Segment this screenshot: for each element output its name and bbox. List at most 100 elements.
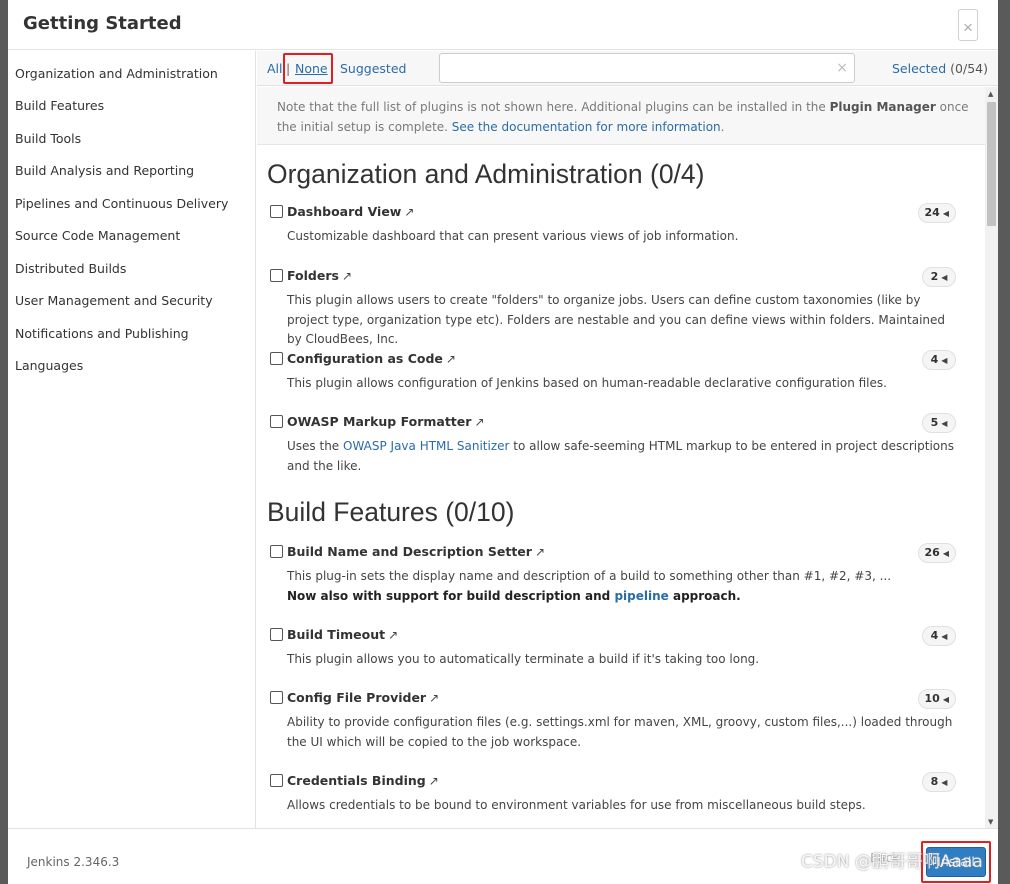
plugin-description: This plugin allows you to automatically … bbox=[287, 652, 760, 666]
plugin-checkbox[interactable] bbox=[270, 352, 283, 365]
select-suggested-link[interactable]: Suggested bbox=[340, 61, 406, 76]
plugin-name-link[interactable]: Dashboard View ↗ bbox=[287, 201, 968, 227]
dependency-count: 4 bbox=[930, 353, 939, 366]
caret-left-icon: ◀ bbox=[941, 419, 948, 428]
category-title-build-features: Build Features (0/10) bbox=[267, 497, 515, 527]
external-link-icon: ↗ bbox=[534, 545, 546, 559]
note-period: . bbox=[720, 120, 725, 134]
scroll-up-icon[interactable]: ▲ bbox=[988, 90, 993, 98]
sidebar-item-distributed-builds[interactable]: Distributed Builds bbox=[8, 252, 255, 285]
plugin-name-link[interactable]: Build Name and Description Setter ↗ bbox=[287, 541, 968, 567]
plugin-name: Folders bbox=[287, 268, 339, 283]
getting-started-dialog: Getting Started × Organization and Admin… bbox=[8, 0, 998, 884]
plugin-list-scrollbar[interactable]: ▲ ▼ bbox=[985, 87, 998, 828]
jenkins-version: Jenkins 2.346.3 bbox=[27, 855, 120, 869]
plugin-description: Customizable dashboard that can present … bbox=[287, 229, 739, 243]
owasp-sanitizer-link[interactable]: OWASP Java HTML Sanitizer bbox=[343, 439, 509, 453]
caret-left-icon: ◀ bbox=[941, 632, 948, 641]
sidebar-item-source-code-management[interactable]: Source Code Management bbox=[8, 220, 255, 253]
dependency-count: 26 bbox=[924, 546, 940, 559]
dependency-badge[interactable]: 10 ◀ bbox=[917, 689, 956, 709]
plugin-name-link[interactable]: Configuration as Code ↗ bbox=[287, 348, 968, 374]
external-link-icon: ↗ bbox=[404, 205, 415, 219]
select-none-link[interactable]: None bbox=[295, 61, 328, 76]
sidebar-item-pipelines-and-continuous-delivery[interactable]: Pipelines and Continuous Delivery bbox=[8, 187, 255, 220]
plugin-description: This plugin allows configuration of Jenk… bbox=[287, 376, 887, 390]
dialog-title: Getting Started bbox=[23, 13, 182, 34]
dependency-badge[interactable]: 24 ◀ bbox=[917, 203, 956, 223]
dependency-count: 5 bbox=[930, 416, 939, 429]
dependency-badge[interactable]: 5 ◀ bbox=[922, 413, 956, 433]
plugin-toolbar: All | None Suggested × Selected (0/54) bbox=[257, 51, 998, 86]
desc-bold-line: Now also with support for build descript… bbox=[287, 589, 741, 603]
plugin-checkbox[interactable] bbox=[270, 269, 283, 282]
note-text-before: Note that the full list of plugins is no… bbox=[277, 100, 830, 114]
caret-left-icon: ◀ bbox=[942, 209, 949, 218]
sidebar-item-user-management-and-security[interactable]: User Management and Security bbox=[8, 285, 255, 318]
dependency-badge[interactable]: 2 ◀ bbox=[922, 267, 956, 287]
plugin-name: OWASP Markup Formatter bbox=[287, 414, 472, 429]
scroll-down-icon[interactable]: ▼ bbox=[988, 818, 993, 826]
sidebar-item-build-analysis-and-reporting[interactable]: Build Analysis and Reporting bbox=[8, 155, 255, 188]
category-title-organization: Organization and Administration (0/4) bbox=[267, 159, 705, 189]
plugin-checkbox[interactable] bbox=[270, 415, 283, 428]
dependency-badge[interactable]: 4 ◀ bbox=[922, 626, 956, 646]
plugin-checkbox[interactable] bbox=[270, 205, 283, 218]
desc-line: This plug-in sets the display name and d… bbox=[287, 569, 892, 583]
plugin-name: Configuration as Code bbox=[287, 351, 443, 366]
sidebar-item-organization-and-administration[interactable]: Organization and Administration bbox=[8, 57, 255, 90]
external-link-icon: ↗ bbox=[388, 628, 399, 642]
plugin-description: This plugin allows users to create "fold… bbox=[287, 293, 946, 346]
plugin-name: Build Timeout bbox=[287, 627, 386, 642]
dependency-badge[interactable]: 8 ◀ bbox=[922, 772, 956, 792]
sidebar-item-build-tools[interactable]: Build Tools bbox=[8, 122, 255, 155]
plugin-name-link[interactable]: OWASP Markup Formatter ↗ bbox=[287, 411, 968, 437]
plugin-description: Ability to provide configuration files (… bbox=[287, 715, 953, 749]
plugin-checkbox[interactable] bbox=[270, 691, 283, 704]
pipeline-link[interactable]: pipeline bbox=[614, 589, 668, 603]
dependency-badge[interactable]: 26 ◀ bbox=[917, 543, 956, 563]
plugin-list-pane[interactable]: Note that the full list of plugins is no… bbox=[257, 87, 998, 828]
scroll-thumb[interactable] bbox=[987, 102, 996, 226]
external-link-icon: ↗ bbox=[429, 691, 440, 705]
desc-bold-before: Now also with support for build descript… bbox=[287, 588, 615, 603]
selected-plugins-link[interactable]: Selected (0/54) bbox=[892, 61, 988, 76]
plugin-name-link[interactable]: Folders ↗ bbox=[287, 265, 968, 291]
plugin-description: This plug-in sets the display name and d… bbox=[287, 567, 968, 606]
clear-search-icon[interactable]: × bbox=[836, 60, 848, 76]
select-all-link[interactable]: All bbox=[267, 61, 283, 76]
plugin-item: Configuration as Code ↗ 4 ◀ This plugin al… bbox=[257, 348, 998, 393]
selected-count: (0/54) bbox=[950, 61, 988, 76]
plugin-item: Folders ↗ 2 ◀ This plugin allows users to … bbox=[257, 265, 998, 346]
sidebar-item-languages[interactable]: Languages bbox=[8, 350, 255, 383]
sidebar-list: Organization and Administration Build Fe… bbox=[8, 51, 255, 382]
dependency-badge[interactable]: 4 ◀ bbox=[922, 350, 956, 370]
plugin-checkbox[interactable] bbox=[270, 628, 283, 641]
dialog-footer: Jenkins 2.346.3 Back Install CSDN @鹏哥哥啊A… bbox=[8, 828, 998, 884]
external-link-icon: ↗ bbox=[341, 269, 352, 283]
sidebar-item-build-features[interactable]: Build Features bbox=[8, 90, 255, 123]
caret-left-icon: ◀ bbox=[942, 549, 949, 558]
plugin-name-link[interactable]: Credentials Binding ↗ bbox=[287, 770, 968, 796]
plugin-checkbox[interactable] bbox=[270, 545, 283, 558]
plugin-name-link[interactable]: Config File Provider ↗ bbox=[287, 687, 968, 713]
plugin-item: Config File Provider ↗ 10 ◀ Ability to pro… bbox=[257, 687, 998, 751]
dependency-count: 4 bbox=[930, 629, 939, 642]
dependency-count: 24 bbox=[924, 206, 940, 219]
documentation-link[interactable]: See the documentation for more informati… bbox=[452, 120, 721, 134]
plugin-name: Dashboard View bbox=[287, 204, 402, 219]
plugin-checkbox[interactable] bbox=[270, 774, 283, 787]
close-icon[interactable]: × bbox=[958, 9, 978, 41]
plugin-search-input[interactable] bbox=[439, 53, 855, 83]
desc-bold-after: approach. bbox=[668, 588, 741, 603]
plugin-name-link[interactable]: Build Timeout ↗ bbox=[287, 624, 968, 650]
sidebar-item-notifications-and-publishing[interactable]: Notifications and Publishing bbox=[8, 317, 255, 350]
plugin-item: Credentials Binding ↗ 8 ◀ Allows credentia… bbox=[257, 770, 998, 815]
external-link-icon: ↗ bbox=[428, 774, 439, 788]
caret-left-icon: ◀ bbox=[941, 273, 948, 282]
plugin-description: Uses the OWASP Java HTML Sanitizer to al… bbox=[287, 437, 968, 476]
external-link-icon: ↗ bbox=[445, 352, 456, 366]
plugin-name: Build Name and Description Setter bbox=[287, 544, 532, 559]
caret-left-icon: ◀ bbox=[941, 356, 948, 365]
caret-left-icon: ◀ bbox=[941, 778, 948, 787]
